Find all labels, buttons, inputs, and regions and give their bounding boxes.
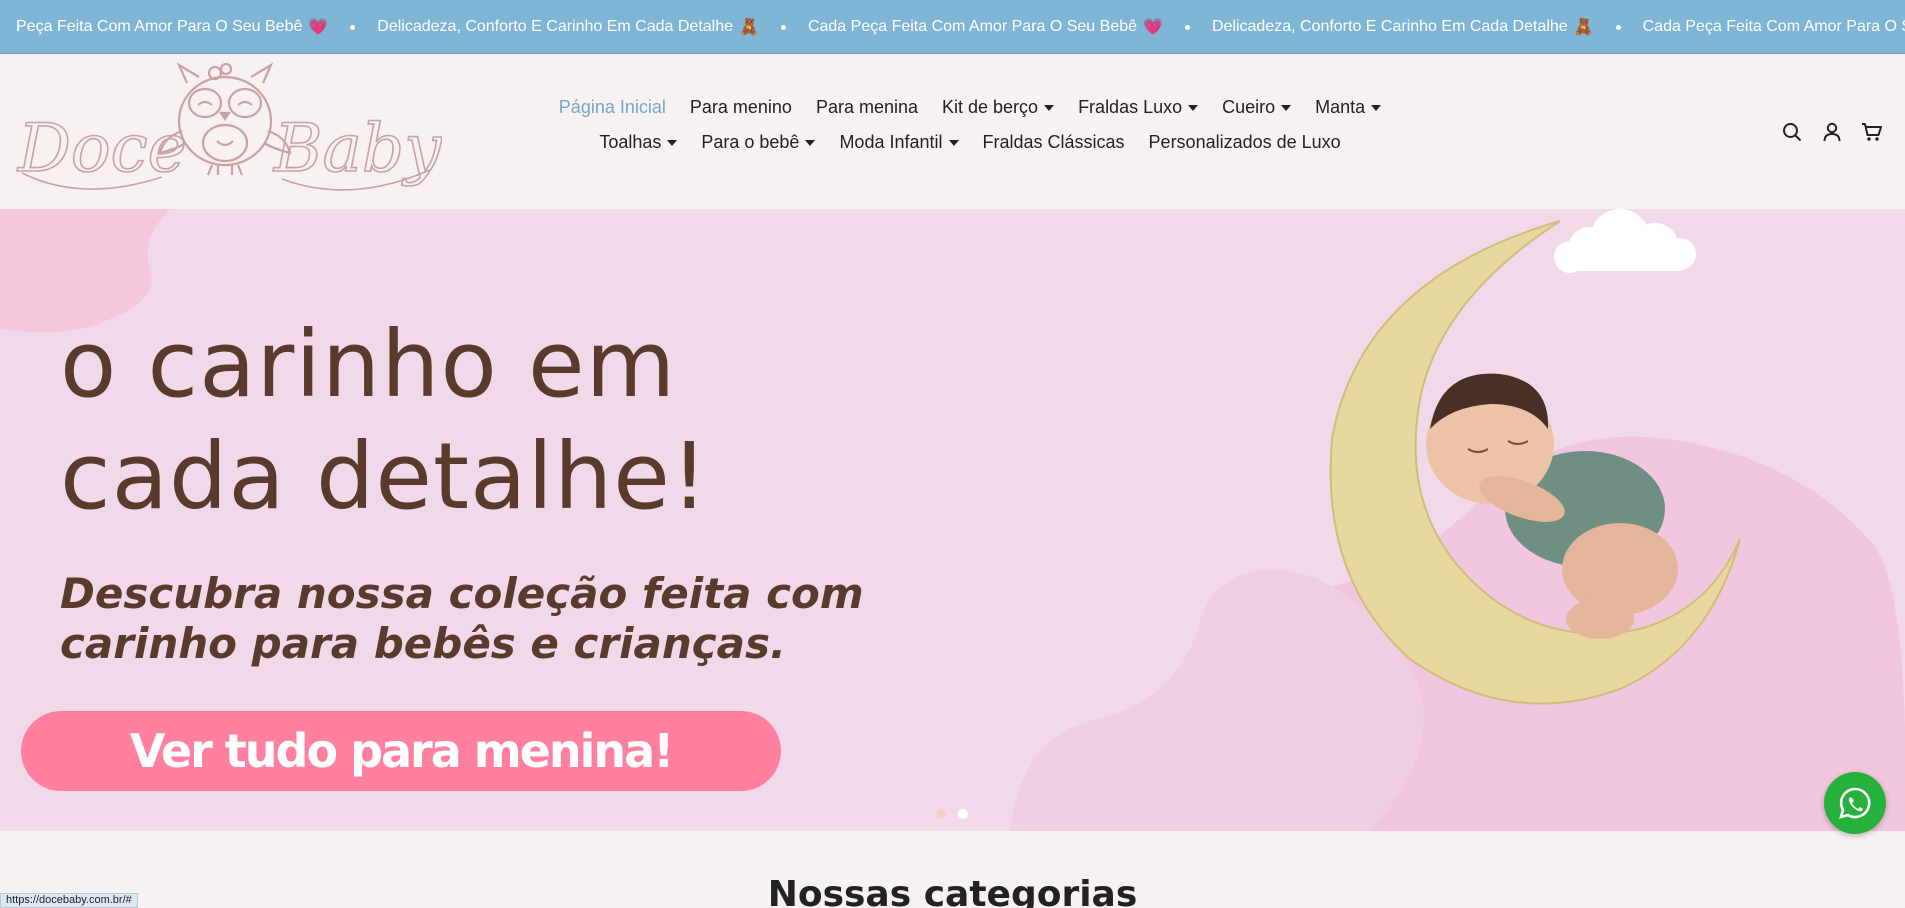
whatsapp-icon [1839, 787, 1871, 819]
main-navigation: Página Inicial Para menino Para menina Kit … [520, 97, 1420, 153]
page: Peça Feita Com Amor Para O Seu Bebê 💗 Deli… [0, 0, 1905, 908]
nav-item-toalhas[interactable]: Toalhas [599, 132, 678, 153]
categories-heading: Nossas categorias [767, 874, 1138, 908]
nav-item-manta[interactable]: Manta [1315, 97, 1382, 118]
search-icon[interactable] [1781, 121, 1803, 143]
hero-subtitle-line-1: Descubra nossa coleção feita com [60, 569, 864, 618]
nav-item-fraldas-luxo[interactable]: Fraldas Luxo [1078, 97, 1199, 118]
nav-item-label: Manta [1315, 97, 1366, 117]
caret-down-icon [1281, 104, 1292, 111]
slider-dots [936, 809, 968, 819]
caret-down-icon [948, 139, 959, 146]
nav-item-label: Fraldas Luxo [1078, 97, 1183, 117]
hero-headline-line-2: cada detalhe! [60, 423, 709, 530]
ticker-message-text: Cada Peça Feita Com Amor Para O Seu Bebê [807, 18, 1138, 35]
hero-headline-line-1: o carinho em [60, 311, 677, 418]
hero-banner: o carinho em cada detalhe! Descubra noss… [0, 209, 1905, 831]
ticker-emoji-icon: 💗 [308, 19, 329, 36]
caret-down-icon [1371, 104, 1382, 111]
header-icons [1781, 121, 1883, 143]
nav-item-cueiro[interactable]: Cueiro [1222, 97, 1292, 118]
caret-down-icon [1044, 104, 1055, 111]
hero-subtitle-line-2: carinho para bebês e crianças. [60, 619, 786, 668]
ticker-message: Cada Peça Feita Com Amor Para O Seu Be [1621, 18, 1905, 36]
nav-item-label: Cueiro [1222, 97, 1276, 117]
cloud-icon [1554, 209, 1696, 273]
nav-item-label: Página Inicial [558, 97, 666, 117]
ticker-message-text: Peça Feita Com Amor Para O Seu Bebê [16, 18, 303, 35]
hero-subtitle: Descubra nossa coleção feita com carinho… [60, 569, 920, 669]
nav-item-label: Para o bebê [701, 132, 800, 152]
ticker-message: Peça Feita Com Amor Para O Seu Bebê 💗 [0, 17, 350, 37]
ticker-message-text: Cada Peça Feita Com Amor Para O Seu Be [1642, 18, 1905, 35]
ticker-message: Delicadeza, Conforto E Carinho Em Cada D… [355, 17, 781, 37]
caret-down-icon [805, 139, 816, 146]
ticker-track: Peça Feita Com Amor Para O Seu Bebê 💗 Deli… [0, 0, 1905, 53]
logo-text-doce: Doce [17, 110, 187, 187]
baby-on-moon-illustration [1329, 209, 1741, 705]
shop-girls-button[interactable]: Ver tudo para menina! [21, 711, 781, 791]
nav-item-moda-infantil[interactable]: Moda Infantil [839, 132, 959, 153]
caret-down-icon [1188, 104, 1199, 111]
site-header: Doce Baby Página Inicial Para menino Para … [0, 55, 1905, 209]
nav-item-label: Para menina [815, 97, 918, 117]
cart-icon[interactable] [1861, 121, 1883, 143]
ticker-emoji-icon: 💗 [1143, 19, 1163, 36]
logo-graphic: Doce Baby [16, 62, 443, 191]
nav-item-fraldas-classicas[interactable]: Fraldas Clássicas [983, 132, 1125, 153]
nav-item-kit-de-berco[interactable]: Kit de berço [942, 97, 1055, 118]
nav-row-1: Página Inicial Para menino Para menina Kit … [559, 97, 1382, 118]
nav-item-label: Fraldas Clássicas [982, 132, 1125, 152]
nav-item-label: Moda Infantil [839, 132, 943, 152]
ticker-message-text: Delicadeza, Conforto E Carinho Em Cada D… [1211, 18, 1568, 35]
nav-item-para-o-bebe[interactable]: Para o bebê [701, 132, 816, 153]
announcement-ticker: Peça Feita Com Amor Para O Seu Bebê 💗 Deli… [0, 0, 1905, 54]
ticker-emoji-icon: 🧸 [1573, 19, 1594, 36]
nav-item-para-menino[interactable]: Para menino [690, 97, 792, 118]
nav-item-para-menina[interactable]: Para menina [816, 97, 918, 118]
nav-row-2: Toalhas Para o bebê Moda Infantil Fraldas C… [599, 132, 1340, 153]
whatsapp-button[interactable] [1824, 772, 1886, 834]
nav-item-label: Personalizados de Luxo [1148, 132, 1341, 152]
account-icon[interactable] [1821, 121, 1843, 143]
status-bar-url: https://docebaby.com.br/# [0, 893, 138, 908]
slide-dot-2[interactable] [958, 809, 968, 819]
ticker-message: Cada Peça Feita Com Amor Para O Seu Bebê… [786, 17, 1185, 37]
nav-item-label: Kit de berço [942, 97, 1039, 117]
nav-item-label: Toalhas [599, 132, 662, 152]
ticker-emoji-icon: 🧸 [739, 19, 759, 36]
nav-item-label: Para menino [689, 97, 792, 117]
nav-item-personalizados-de-luxo[interactable]: Personalizados de Luxo [1149, 132, 1341, 153]
nav-item-pagina-inicial[interactable]: Página Inicial [559, 97, 666, 118]
ticker-message-text: Delicadeza, Conforto E Carinho Em Cada D… [377, 18, 734, 35]
ticker-message: Delicadeza, Conforto E Carinho Em Cada D… [1190, 17, 1616, 37]
hero-headline: o carinho em cada detalhe! [60, 309, 860, 533]
site-logo[interactable]: Doce Baby [12, 61, 443, 201]
caret-down-icon [667, 139, 678, 146]
slide-dot-1[interactable] [936, 809, 946, 819]
